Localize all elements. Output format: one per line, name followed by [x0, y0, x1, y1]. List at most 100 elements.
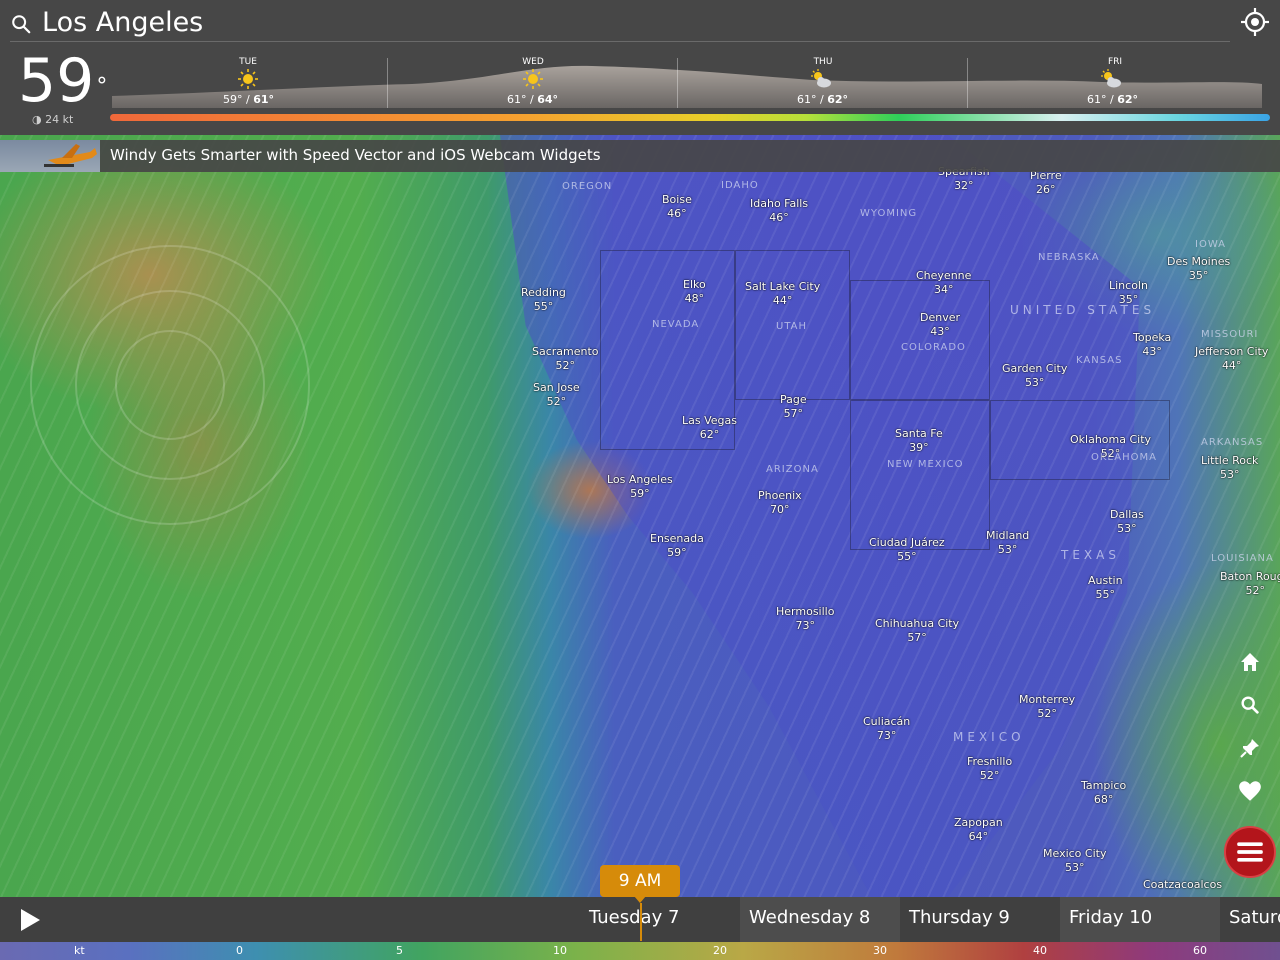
- city-temp: 70°: [770, 503, 790, 516]
- state-border: [850, 280, 990, 400]
- city-marker[interactable]: Denver 43°: [920, 311, 960, 339]
- city-name: Coatzacoalcos: [1143, 878, 1223, 891]
- city-name: Santa Fe: [895, 427, 943, 440]
- pin-button[interactable]: [1235, 733, 1265, 763]
- city-temp: 68°: [1093, 793, 1114, 806]
- wind-speed-legend[interactable]: kt 0 5 10 20 30 40 60: [0, 942, 1280, 960]
- degree-symbol: °: [96, 74, 108, 99]
- city-marker[interactable]: Fresnillo 52°: [967, 755, 1012, 783]
- search-bar[interactable]: Los Angeles: [10, 4, 1230, 42]
- forecast-day-fri[interactable]: FRI 61° / 62°: [972, 56, 1262, 108]
- city-name: Hermosillo: [776, 605, 835, 618]
- city-temp: 39°: [909, 441, 929, 454]
- city-marker[interactable]: Baton Rouge52°: [1220, 570, 1280, 598]
- city-marker[interactable]: Cheyenne 34°: [916, 269, 971, 297]
- city-marker[interactable]: Idaho Falls 46°: [750, 197, 808, 225]
- city-name: Garden City: [1002, 362, 1068, 375]
- forecast-day-tue[interactable]: TUE 59° / 61°: [112, 56, 402, 108]
- wind-map[interactable]: OREGON IDAHO WYOMING NEBRASKA IOWA NEVAD…: [0, 135, 1280, 897]
- city-marker[interactable]: Jefferson City 44°: [1195, 345, 1268, 373]
- city-marker[interactable]: Little Rock 53°: [1201, 454, 1258, 482]
- country-label: TEXAS: [1061, 548, 1120, 562]
- city-marker[interactable]: Hermosillo 73°: [776, 605, 834, 633]
- timeline-day[interactable]: Thursday 9: [900, 897, 1060, 942]
- city-name: Cheyenne: [916, 269, 972, 282]
- favorites-button[interactable]: [1235, 776, 1265, 806]
- news-banner[interactable]: Windy Gets Smarter with Speed Vector and…: [0, 140, 1280, 172]
- hamburger-menu-icon: [1237, 842, 1263, 862]
- locate-icon[interactable]: [1240, 7, 1270, 37]
- heart-icon: [1239, 781, 1261, 801]
- city-temp: 52°: [1100, 447, 1121, 460]
- city-marker[interactable]: Ensenada 59°: [650, 532, 704, 560]
- city-marker[interactable]: San Jose 52°: [533, 381, 580, 409]
- city-marker[interactable]: Coatzacoalcos: [1143, 878, 1222, 892]
- city-marker[interactable]: Mexico City 53°: [1043, 847, 1106, 875]
- city-temp: 52°: [979, 769, 1000, 782]
- city-marker[interactable]: Ciudad Juárez 55°: [869, 536, 945, 564]
- city-marker[interactable]: Topeka 43°: [1133, 331, 1171, 359]
- city-marker[interactable]: Lincoln 35°: [1109, 279, 1148, 307]
- city-marker[interactable]: Monterrey 52°: [1019, 693, 1075, 721]
- region-label: NEW MEXICO: [887, 459, 964, 470]
- search-map-button[interactable]: [1235, 690, 1265, 720]
- city-temp: 52°: [546, 395, 567, 408]
- location-name[interactable]: Los Angeles: [42, 7, 203, 38]
- home-button[interactable]: [1235, 647, 1265, 677]
- city-name: Denver: [920, 311, 961, 324]
- city-marker[interactable]: Pierre 26°: [1030, 169, 1062, 197]
- city-temp: 43°: [1142, 345, 1162, 358]
- city-name: Elko: [683, 278, 706, 291]
- menu-button[interactable]: [1224, 826, 1276, 878]
- news-headline[interactable]: Windy Gets Smarter with Speed Vector and…: [110, 146, 601, 164]
- forecast-temps: 61° / 62°: [1087, 93, 1138, 106]
- city-marker[interactable]: Sacramento 52°: [532, 345, 599, 373]
- current-time-badge[interactable]: 9 AM: [600, 865, 680, 897]
- city-marker[interactable]: Boise 46°: [662, 193, 692, 221]
- search-icon[interactable]: [10, 13, 32, 35]
- city-marker[interactable]: Oklahoma City 52°: [1070, 433, 1151, 461]
- forecast-separator: /: [242, 93, 254, 106]
- city-temp: 62°: [699, 428, 720, 441]
- timeline-day[interactable]: Tuesday 7: [580, 897, 740, 942]
- city-name: Oklahoma City: [1070, 433, 1152, 446]
- city-marker[interactable]: Midland 53°: [986, 529, 1029, 557]
- city-marker[interactable]: Redding 55°: [521, 286, 566, 314]
- city-marker[interactable]: Zapopan 64°: [954, 816, 1003, 844]
- city-marker[interactable]: Santa Fe 39°: [895, 427, 943, 455]
- timeline-day[interactable]: Wednesday 8: [740, 897, 900, 942]
- top-bar: Los Angeles 59° ◑ 24 kt TUE 59° / 61° WE…: [0, 0, 1280, 135]
- city-marker[interactable]: Dallas 53°: [1110, 508, 1144, 536]
- timeline-day[interactable]: Saturday 11: [1220, 897, 1280, 942]
- region-label: WYOMING: [860, 208, 918, 219]
- news-thumbnail[interactable]: [0, 140, 100, 172]
- city-marker[interactable]: Des Moines 35°: [1167, 255, 1230, 283]
- time-indicator-line[interactable]: [640, 903, 642, 941]
- city-marker[interactable]: Culiacán 73°: [863, 715, 910, 743]
- city-marker[interactable]: Las Vegas 62°: [682, 414, 737, 442]
- windy-app: OREGON IDAHO WYOMING NEBRASKA IOWA NEVAD…: [0, 0, 1280, 960]
- city-temp: 32°: [954, 179, 974, 192]
- city-temp: 44°: [1221, 359, 1242, 372]
- city-temp: 48°: [684, 292, 705, 305]
- city-marker[interactable]: Salt Lake City 44°: [745, 280, 820, 308]
- city-marker[interactable]: Elko 48°: [683, 278, 706, 306]
- city-marker[interactable]: Garden City 53°: [1002, 362, 1067, 390]
- city-marker[interactable]: Phoenix 70°: [758, 489, 802, 517]
- forecast-day-wed[interactable]: WED 61° / 64°: [402, 56, 692, 108]
- wind-speed: 24 kt: [45, 113, 74, 126]
- country-label: MEXICO: [953, 730, 1025, 744]
- timeline-day[interactable]: Friday 10: [1060, 897, 1220, 942]
- city-marker[interactable]: Chihuahua City 57°: [875, 617, 959, 645]
- forecast-day-thu[interactable]: THU 61° / 62°: [692, 56, 982, 108]
- play-icon[interactable]: [18, 908, 42, 932]
- city-marker[interactable]: Austin 55°: [1088, 574, 1123, 602]
- city-marker[interactable]: Tampico 68°: [1081, 779, 1126, 807]
- city-marker-selected[interactable]: Los Angeles 59°: [607, 473, 673, 501]
- city-marker[interactable]: Page 57°: [780, 393, 807, 421]
- forecast-strip[interactable]: TUE 59° / 61° WED 61° / 64° THU 61° / 62…: [112, 56, 1262, 108]
- city-temp: 55°: [897, 550, 917, 563]
- forecast-day-name: FRI: [1107, 57, 1123, 67]
- city-temp: 52°: [555, 359, 576, 372]
- legend-tick: 20: [713, 944, 727, 957]
